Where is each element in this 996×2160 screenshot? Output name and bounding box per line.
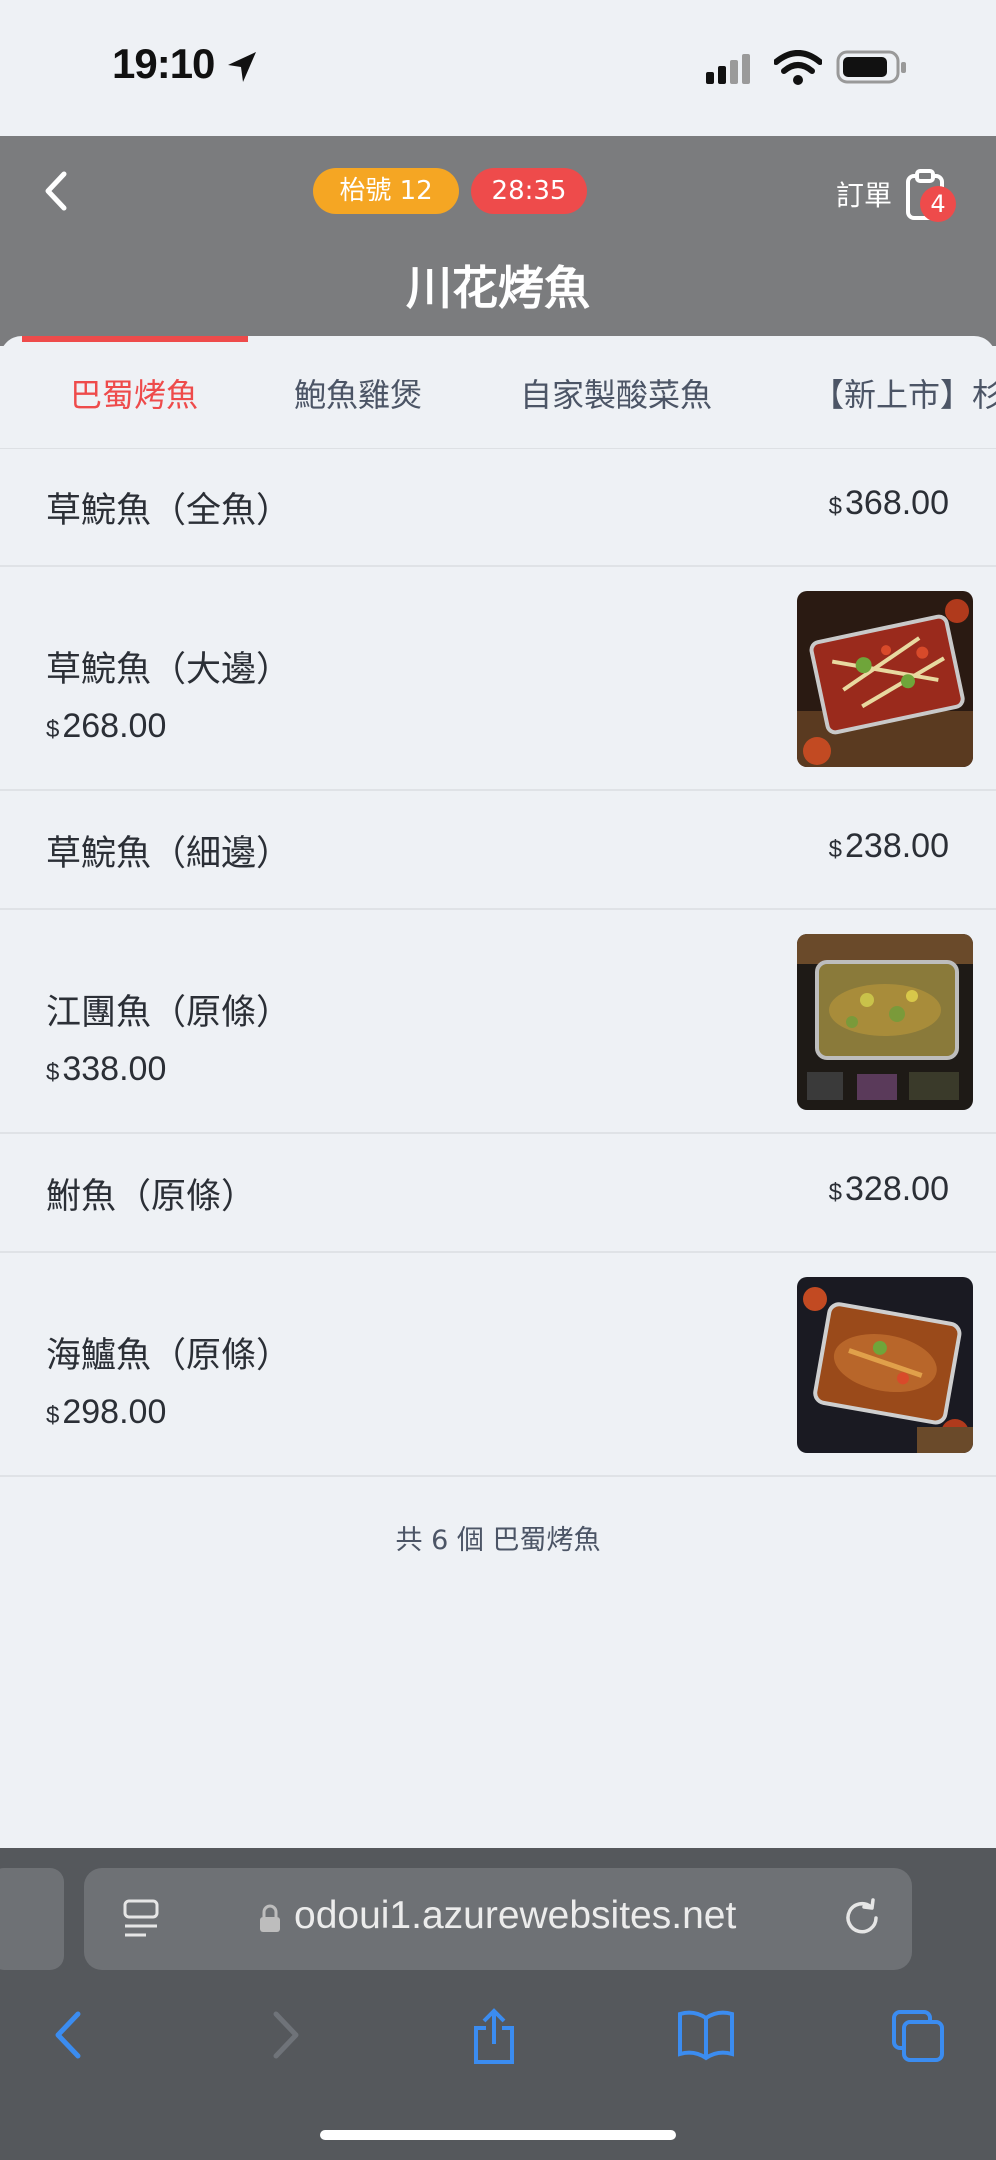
timer-badge: 28:35 [471,168,587,214]
tab-new-arrival[interactable]: 【新上市】杉 [812,370,996,416]
bookmarks-icon[interactable] [676,2008,736,2062]
dish-photo[interactable] [797,1277,973,1453]
item-name: 草鯇魚（大邊） [46,650,292,690]
cellular-signal-icon [706,54,750,84]
menu-item[interactable]: 鮒魚（原條） $328.00 [0,1134,996,1253]
status-bar: 19:10 [0,0,996,136]
item-price: $328.00 [828,1170,949,1208]
menu-item[interactable]: 草鯇魚（細邊） $238.00 [0,791,996,910]
share-icon[interactable] [470,2008,518,2066]
battery-icon [836,50,906,84]
location-arrow-icon [228,52,256,82]
url-text[interactable]: odoui1.azurewebsites.net [294,1894,736,1938]
address-bar[interactable]: odoui1.azurewebsites.net [84,1868,912,1970]
home-indicator [320,2130,676,2140]
item-count-summary: 共 6 個 巴蜀烤魚 [395,1525,601,1556]
browser-back-icon[interactable] [48,2008,88,2062]
menu-list: 草鯇魚（全魚） $368.00 草鯇魚（大邊） $268.00 草鯇魚（細邊） … [0,448,996,1477]
menu-item[interactable]: 海鱸魚（原條） $298.00 [0,1253,996,1477]
wifi-icon [774,50,822,85]
lock-icon [260,1904,280,1932]
app-header: 枱號 12 28:35 訂單 4 川花烤魚 [0,136,996,346]
table-number-badge: 枱號 12 [313,168,459,214]
page-menu-icon[interactable] [122,1898,160,1940]
item-price: $298.00 [46,1393,167,1431]
status-time: 19:10 [112,40,215,87]
back-button[interactable] [36,166,80,216]
category-tabs: 巴蜀烤魚 鮑魚雞煲 自家製酸菜魚 【新上市】杉 [0,336,996,449]
item-price: $268.00 [46,707,167,745]
tab-abalone-chicken-pot[interactable]: 鮑魚雞煲 [294,370,422,416]
previous-tab-preview[interactable] [0,1868,64,1970]
order-count-badge: 4 [920,186,956,222]
tab-pickled-cabbage-fish[interactable]: 自家製酸菜魚 [520,370,712,416]
item-price: $238.00 [828,827,949,865]
reload-icon[interactable] [840,1896,884,1940]
tab-bashu-grilled-fish[interactable]: 巴蜀烤魚 [70,370,198,416]
item-name: 海鱸魚（原條） [46,1336,292,1376]
menu-item[interactable]: 草鯇魚（全魚） $368.00 [0,448,996,567]
browser-forward-icon[interactable] [266,2008,306,2062]
item-price: $338.00 [46,1050,167,1088]
page-title: 川花烤魚 [406,261,590,315]
item-name: 江團魚（原條） [46,993,292,1033]
order-label[interactable]: 訂單 [836,174,892,214]
menu-item[interactable]: 草鯇魚（大邊） $268.00 [0,567,996,791]
dish-photo[interactable] [797,934,973,1110]
item-name: 草鯇魚（細邊） [46,834,292,874]
dish-photo[interactable] [797,591,973,767]
browser-toolbar: odoui1.azurewebsites.net [0,1848,996,2160]
active-tab-indicator [22,336,248,342]
item-price: $368.00 [828,484,949,522]
item-name: 草鯇魚（全魚） [46,491,292,531]
menu-item[interactable]: 江團魚（原條） $338.00 [0,910,996,1134]
item-name: 鮒魚（原條） [46,1177,257,1217]
tabs-icon[interactable] [890,2008,946,2064]
